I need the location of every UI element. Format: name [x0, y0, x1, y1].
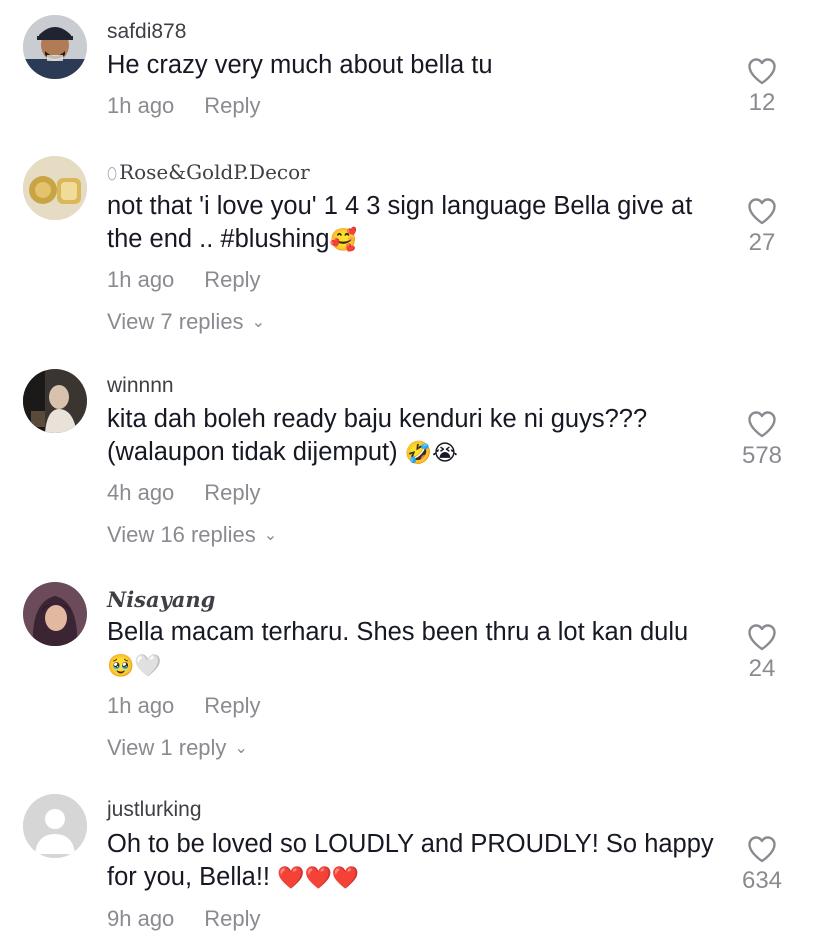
comment-meta: 1h ago Reply [107, 93, 261, 119]
comment-time: 1h ago [107, 267, 175, 292]
comment-time: 1h ago [107, 93, 175, 118]
like-button[interactable]: 578 [720, 410, 804, 470]
comment-emoji: 🥹🤍 [107, 654, 162, 679]
like-button[interactable]: 12 [732, 57, 792, 117]
comment-time: 1h ago [107, 693, 175, 718]
heart-outline-icon[interactable] [747, 197, 777, 225]
comment-text-body: Bella macam terharu. Shes been thru a lo… [107, 618, 689, 646]
reply-button[interactable]: Reply [204, 93, 260, 119]
heart-outline-icon[interactable] [747, 835, 777, 863]
avatar-hijab-image [23, 582, 87, 646]
view-replies-label: View 7 replies [107, 309, 244, 334]
avatar-photo-image [23, 369, 87, 433]
comment-meta: 1h ago Reply [107, 693, 261, 719]
comment-meta: 4h ago Reply [107, 480, 261, 506]
reply-button[interactable]: Reply [204, 693, 260, 719]
reply-button[interactable]: Reply [204, 906, 260, 932]
like-button[interactable]: 24 [732, 623, 792, 683]
like-button[interactable]: 27 [732, 197, 792, 257]
chevron-down-icon: ⌄ [234, 740, 248, 757]
comment-meta: 9h ago Reply [107, 906, 261, 932]
avatar-default-image [23, 794, 87, 858]
comment-username[interactable]: ⬯ Rose&GoldP.Decor [107, 160, 310, 184]
comment-list: safdi878 He crazy very much about bella … [0, 0, 826, 946]
like-button[interactable]: 634 [720, 835, 804, 895]
avatar[interactable] [23, 156, 87, 220]
avatar[interactable] [23, 15, 87, 79]
comment-username[interactable]: Nisayang [107, 587, 215, 612]
avatar[interactable] [23, 582, 87, 646]
avatar[interactable] [23, 794, 87, 858]
view-replies-label: View 16 replies [107, 522, 256, 547]
comment-time: 9h ago [107, 906, 175, 931]
comment-text: He crazy very much about bella tu [107, 49, 727, 82]
comment-text: kita dah boleh ready baju kenduri ke ni … [107, 403, 727, 470]
chevron-down-icon: ⌄ [263, 527, 278, 544]
like-count: 634 [741, 867, 783, 894]
heart-outline-icon[interactable] [747, 623, 777, 651]
reply-button[interactable]: Reply [204, 267, 260, 293]
reply-button[interactable]: Reply [204, 480, 260, 506]
comment-time: 4h ago [107, 480, 175, 505]
avatar-man-cap-image [23, 15, 87, 79]
comment-text: not that 'i love you' 1 4 3 sign languag… [107, 190, 727, 257]
comment-text-body: not that 'i love you' 1 4 3 sign languag… [107, 192, 693, 253]
heart-outline-icon[interactable] [747, 410, 777, 438]
comment-text-body: He crazy very much about bella tu [107, 51, 493, 79]
comment-username[interactable]: safdi878 [107, 20, 186, 44]
like-count: 578 [741, 442, 783, 469]
view-replies-button[interactable]: View 7 replies ⌄ [107, 309, 265, 335]
chevron-down-icon: ⌄ [251, 314, 265, 331]
heart-outline-icon[interactable] [747, 57, 777, 85]
comment-text-body: Oh to be loved so LOUDLY and PROUDLY! So… [107, 830, 714, 891]
avatar[interactable] [23, 369, 87, 433]
view-replies-button[interactable]: View 16 replies ⌄ [107, 522, 277, 548]
comment-meta: 1h ago Reply [107, 267, 261, 293]
comment-emoji: 🥰 [329, 228, 357, 253]
view-replies-label: View 1 reply [107, 735, 227, 760]
comment-username[interactable]: winnnn [107, 374, 174, 398]
like-count: 27 [748, 229, 776, 256]
comment-emoji: 🤣😭 [404, 441, 458, 466]
comment-username[interactable]: justlurking [107, 798, 202, 822]
like-count: 24 [748, 655, 776, 682]
comment-text: Bella macam terharu. Shes been thru a lo… [107, 616, 727, 683]
comment-text-body: kita dah boleh ready baju kenduri ke ni … [107, 405, 648, 466]
view-replies-button[interactable]: View 1 reply ⌄ [107, 735, 248, 761]
comment-emoji: ❤️❤️❤️ [277, 866, 360, 891]
username-prefix: ⬯ [107, 164, 118, 183]
avatar-gold-image [23, 156, 87, 220]
comment-text: Oh to be loved so LOUDLY and PROUDLY! So… [107, 828, 727, 895]
comment-username-text: Rose&GoldP.Decor [119, 160, 310, 184]
like-count: 12 [748, 89, 776, 116]
